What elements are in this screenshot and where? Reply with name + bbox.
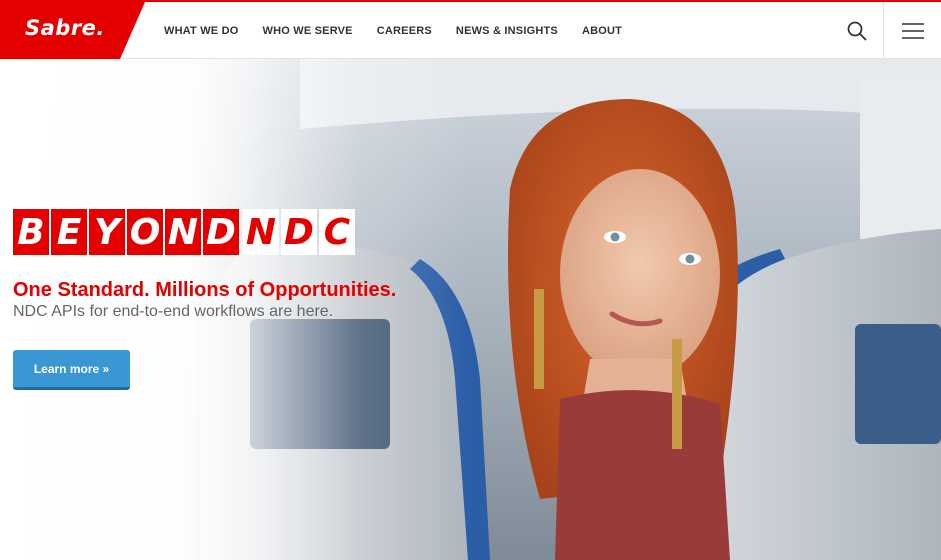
letter-tile: B [13,209,49,255]
site-header: Sabre. WHAT WE DO WHO WE SERVE CAREERS N… [0,0,941,59]
logo-text: Sabre. [25,16,105,40]
letter-tile: N [165,209,201,255]
nav-what-we-do[interactable]: WHAT WE DO [164,25,239,37]
main-nav: WHAT WE DO WHO WE SERVE CAREERS NEWS & I… [164,2,622,59]
letter-tile: Y [89,209,125,255]
nav-about[interactable]: ABOUT [582,25,622,37]
search-button[interactable] [830,2,884,59]
letter-tile: O [127,209,163,255]
menu-button[interactable] [884,2,941,59]
nav-news-insights[interactable]: NEWS & INSIGHTS [456,25,558,37]
nav-careers[interactable]: CAREERS [377,25,432,37]
hero-banner: B E Y O N D N D C One Standard. Millions… [0,59,941,560]
letter-tile: D [281,209,317,255]
beyond-ndc-wordmark: B E Y O N D N D C [13,209,355,255]
letter-tile: D [203,209,239,255]
hero-subheadline: NDC APIs for end-to-end workflows are he… [13,303,334,320]
learn-more-button[interactable]: Learn more » [13,350,130,390]
search-icon [847,21,866,40]
ndc-tiles: N D C [243,209,355,255]
letter-tile: C [319,209,355,255]
letter-tile: N [243,209,279,255]
letter-tile: E [51,209,87,255]
nav-who-we-serve[interactable]: WHO WE SERVE [263,25,353,37]
hero-headline: One Standard. Millions of Opportunities. [13,279,397,301]
hamburger-icon [901,22,924,39]
sabre-logo[interactable]: Sabre. [0,2,145,59]
